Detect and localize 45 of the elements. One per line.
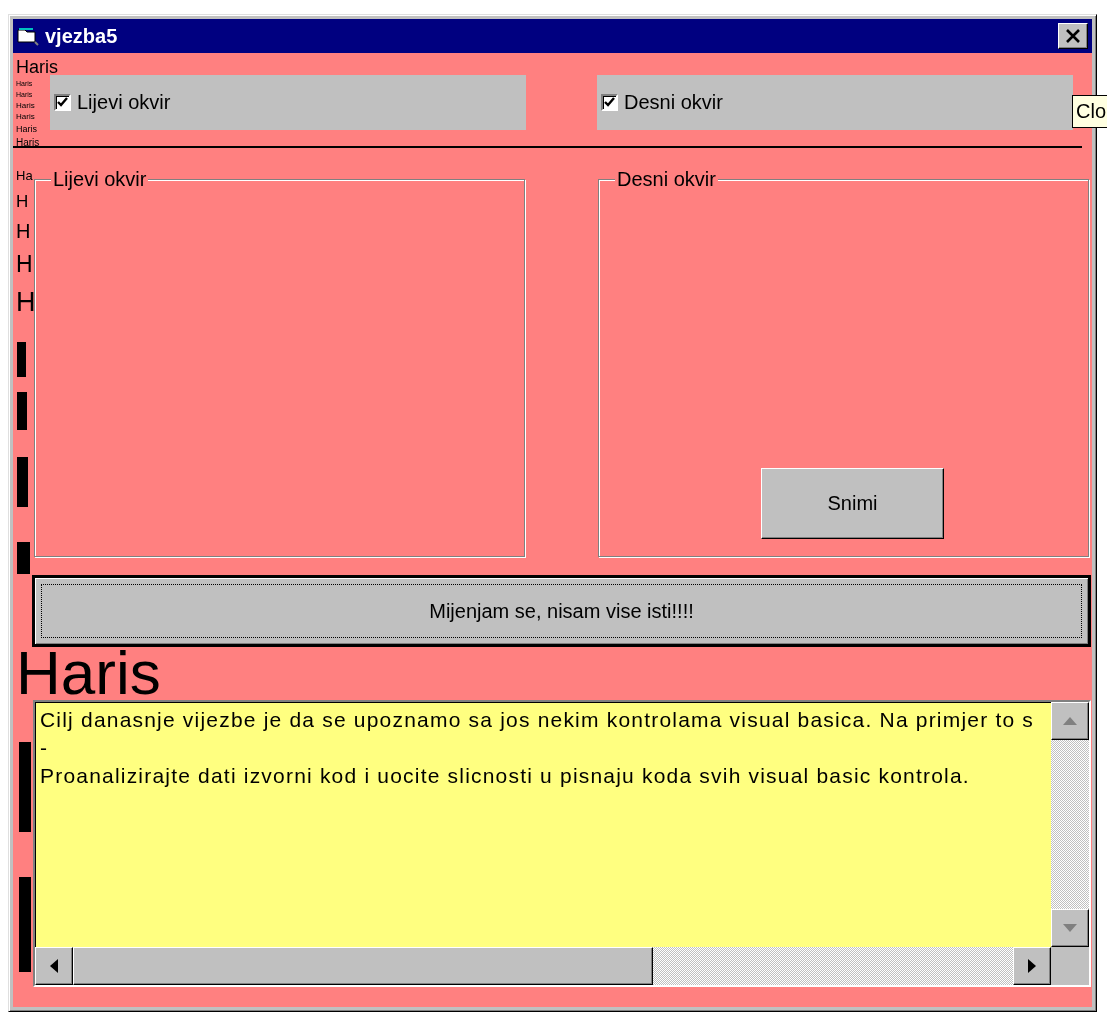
wide-button[interactable]: Mijenjam se, nisam vise isti!!!!: [32, 575, 1091, 647]
printed-text: H: [16, 221, 32, 241]
horizontal-scrollbar[interactable]: [35, 947, 1051, 985]
tooltip: Clo: [1072, 95, 1107, 128]
close-button[interactable]: [1058, 23, 1088, 49]
text-line: Proanalizirajte dati izvorni kod i uocite slicnosti u pisnaju koda svih visual basic kontrola.: [40, 763, 970, 789]
frame-legend: Lijevi okvir: [51, 168, 149, 190]
checkbox-label[interactable]: Lijevi okvir: [77, 91, 171, 114]
glyph-fragment: [17, 392, 27, 430]
printed-text: Ha: [16, 169, 34, 182]
right-arrow-icon: [1028, 959, 1036, 973]
printed-text: Haris: [16, 125, 37, 134]
save-button[interactable]: Snimi: [761, 468, 944, 539]
checkmark-icon: [604, 97, 615, 108]
text-line: Cilj danasnje vijezbe je da se upoznamo sa jos nekim kontrolama visual basica. Na primjer to s: [40, 707, 1035, 733]
text-box[interactable]: Cilj danasnje vijezbe je da se upoznamo sa jos nekim kontrolama visual basica. Na primjer to s - Proanalizirajte dati izvorni kod i uocite slicnosti u pisnaju koda svih visual basic kontrola.: [33, 700, 1091, 987]
printed-text: H: [16, 193, 30, 210]
printed-text: Haris: [16, 647, 161, 700]
scroll-up-button[interactable]: [1051, 702, 1089, 740]
folder-icon: [17, 26, 39, 46]
printed-text: Haris: [16, 138, 40, 148]
printed-text: Haris: [16, 113, 35, 121]
left-arrow-icon: [50, 959, 58, 973]
close-icon: [1065, 29, 1081, 43]
scroll-down-button[interactable]: [1051, 909, 1089, 947]
scroll-right-button[interactable]: [1013, 947, 1051, 985]
printed-text: Haris: [16, 58, 58, 76]
checkbox[interactable]: [601, 94, 618, 111]
glyph-fragment: [17, 457, 28, 507]
printed-text: H: [16, 253, 34, 276]
scrollbar-thumb[interactable]: [73, 947, 653, 985]
checkbox[interactable]: [54, 94, 71, 111]
window-title: vjezba5: [45, 24, 118, 48]
scroll-left-button[interactable]: [35, 947, 73, 985]
glyph-fragment: [17, 342, 26, 377]
glyph-fragment: [17, 542, 30, 574]
text-area[interactable]: Cilj danasnje vijezbe je da se upoznamo sa jos nekim kontrolama visual basica. Na primjer to s - Proanalizirajte dati izvorni kod i uocite slicnosti u pisnaju koda svih visual basic kontrola.: [35, 702, 1051, 947]
printed-text: Haris: [16, 102, 35, 110]
vertical-scrollbar[interactable]: [1051, 702, 1089, 947]
up-arrow-icon: [1063, 717, 1077, 725]
down-arrow-icon: [1063, 924, 1077, 932]
checkmark-icon: [57, 97, 68, 108]
checkbox-label[interactable]: Desni okvir: [624, 91, 723, 114]
printed-text: H: [16, 289, 37, 316]
text-line: -: [40, 735, 49, 761]
